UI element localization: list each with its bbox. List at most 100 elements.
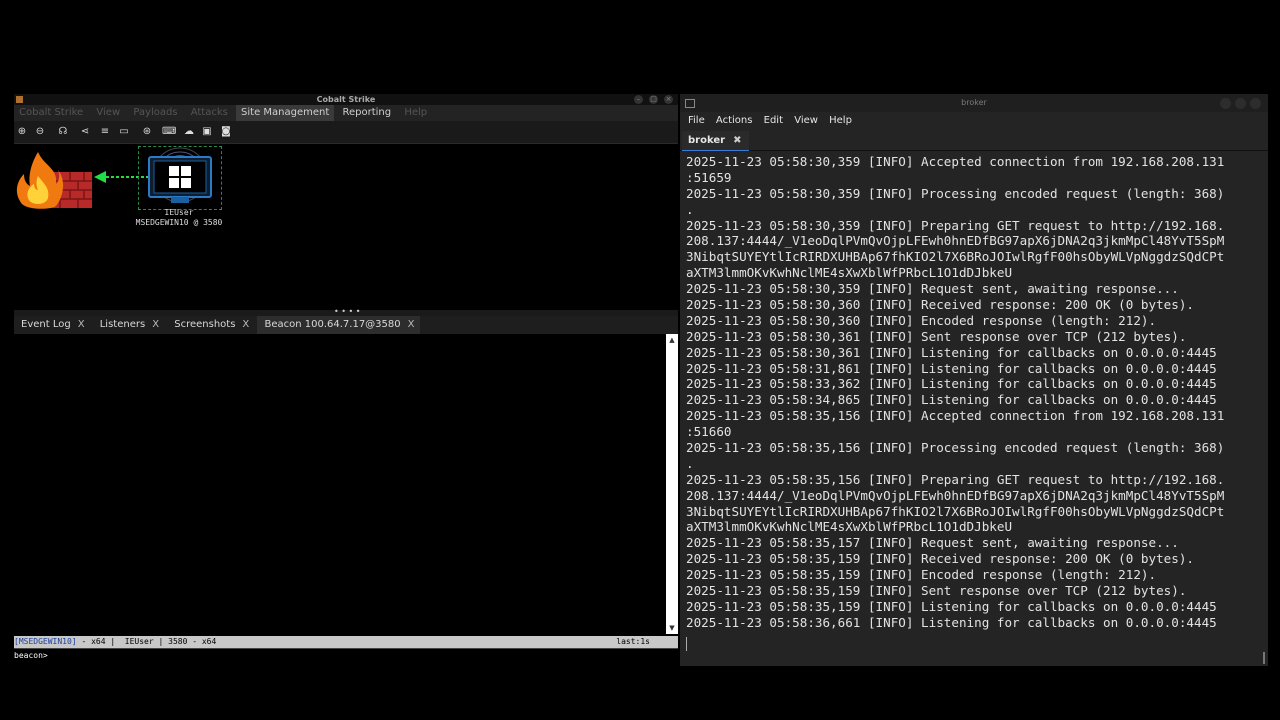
log-line: 2025-11-23 05:58:33,362 [INFO] Listening… <box>686 376 1217 392</box>
log-line: aXTM3lmmOKvKwhNclME4sXwXblWfPRbcL1O1dDJb… <box>686 519 1013 535</box>
log-line: :51659 <box>686 169 732 185</box>
terminal-scrollbar[interactable] <box>1263 652 1265 664</box>
windows-computer-icon <box>148 147 212 203</box>
menu-cobalt-strike[interactable]: Cobalt Strike <box>14 105 88 121</box>
menu-payloads[interactable]: Payloads <box>128 105 182 121</box>
log-line: 208.137:4444/_V1eoDqlPVmQvOjpLFEwh0hnEDf… <box>686 487 1225 503</box>
log-line: 2025-11-23 05:58:35,156 [INFO] Processin… <box>686 440 1225 456</box>
log-line: . <box>686 201 694 217</box>
log-line: 2025-11-23 05:58:30,360 [INFO] Encoded r… <box>686 312 1157 328</box>
cloud-download-icon[interactable]: ▣ <box>200 125 214 139</box>
log-line: 2025-11-23 05:58:35,159 [INFO] Received … <box>686 551 1194 567</box>
scroll-down-icon[interactable]: ▼ <box>666 622 678 634</box>
terminal-window: broker File Actions Edit View Help broke… <box>680 94 1268 666</box>
tab-close-icon[interactable]: X <box>152 319 159 330</box>
terminal-cursor <box>686 637 687 651</box>
log-line: 208.137:4444/_V1eoDqlPVmQvOjpLFEwh0hnEDf… <box>686 233 1225 249</box>
log-lines: 2025-11-23 05:58:30,359 [INFO] Accepted … <box>686 154 1254 631</box>
beacon-status-bar: [MSEDGEWIN10] - x64 | IEUser | 3580 - x6… <box>14 636 678 648</box>
log-line: 2025-11-23 05:58:36,661 [INFO] Listening… <box>686 614 1217 630</box>
share-icon[interactable]: ⋖ <box>78 125 92 139</box>
close-icon[interactable]: × <box>664 95 673 104</box>
tab-listeners[interactable]: Listeners X <box>93 316 164 334</box>
headphones-icon[interactable]: ☊ <box>56 125 70 139</box>
cobalt-strike-window: Cobalt Strike – □ × Cobalt Strike View P… <box>14 94 678 662</box>
tab-beacon[interactable]: Beacon 100.64.7.17@3580 X <box>257 316 420 334</box>
terminal-tab-bar: broker ✖ <box>680 130 1268 152</box>
log-line: 3NibqtSUYEYtlIcRIRDXUHBAp67fhKIO2l7X6BRo… <box>686 249 1225 265</box>
log-line: 2025-11-23 05:58:30,359 [INFO] Request s… <box>686 281 1179 297</box>
globe-icon[interactable]: ⊛ <box>140 125 154 139</box>
minus-circle-icon[interactable]: ⊖ <box>33 125 47 139</box>
list-icon[interactable]: ≡ <box>98 125 112 139</box>
menu-view[interactable]: View <box>786 112 818 130</box>
log-line: 2025-11-23 05:58:35,156 [INFO] Preparing… <box>686 471 1225 487</box>
beacon-host: MSEDGEWIN10 @ 3580 <box>135 218 223 227</box>
log-line: 2025-11-23 05:58:30,361 [INFO] Listening… <box>686 344 1217 360</box>
minimize-icon[interactable]: – <box>634 95 643 104</box>
menu-help[interactable]: Help <box>821 112 852 130</box>
tab-close-icon[interactable]: X <box>408 319 415 330</box>
tab-label: Screenshots <box>174 319 236 330</box>
terminal-title-bar: broker <box>680 94 1268 112</box>
log-line: aXTM3lmmOKvKwhNclME4sXwXblWfPRbcL1O1dDJb… <box>686 265 1013 281</box>
tab-screenshots[interactable]: Screenshots X <box>167 316 254 334</box>
log-line: . <box>686 455 694 471</box>
beacon-command-input[interactable]: beacon> <box>14 648 678 662</box>
log-line: 2025-11-23 05:58:30,359 [INFO] Preparing… <box>686 217 1225 233</box>
menu-edit[interactable]: Edit <box>756 112 783 130</box>
menu-site-management[interactable]: Site Management <box>236 105 335 121</box>
camera-icon[interactable]: ◙ <box>219 125 233 139</box>
scroll-up-icon[interactable]: ▲ <box>666 334 678 346</box>
maximize-icon[interactable]: □ <box>649 95 658 104</box>
firewall-icon <box>16 152 92 209</box>
log-line: 2025-11-23 05:58:30,359 [INFO] Accepted … <box>686 154 1225 169</box>
tab-close-icon[interactable]: ✖ <box>733 135 741 146</box>
menu-attacks[interactable]: Attacks <box>186 105 233 121</box>
cloud-upload-icon[interactable]: ☁ <box>182 125 196 139</box>
close-icon[interactable] <box>1250 98 1261 109</box>
tab-label: Beacon 100.64.7.17@3580 <box>264 319 401 330</box>
log-line: 3NibqtSUYEYtlIcRIRDXUHBAp67fhKIO2l7X6BRo… <box>686 503 1225 519</box>
log-line: 2025-11-23 05:58:34,865 [INFO] Listening… <box>686 392 1217 408</box>
tab-broker[interactable]: broker ✖ <box>682 131 750 152</box>
minimize-icon[interactable] <box>1220 98 1231 109</box>
status-host: [MSEDGEWIN10] <box>14 637 77 646</box>
tab-label: Event Log <box>21 319 71 330</box>
log-line: 2025-11-23 05:58:35,159 [INFO] Listening… <box>686 598 1217 614</box>
tab-label: broker <box>688 135 726 146</box>
menu-actions[interactable]: Actions <box>708 112 753 130</box>
beacon-user: IEUser <box>164 208 194 217</box>
maximize-icon[interactable] <box>1235 98 1246 109</box>
beacon-node[interactable] <box>138 146 222 210</box>
tab-event-log[interactable]: Event Log X <box>14 316 90 334</box>
menu-file[interactable]: File <box>680 112 705 130</box>
log-line: 2025-11-23 05:58:35,159 [INFO] Sent resp… <box>686 583 1187 599</box>
log-line: 2025-11-23 05:58:30,359 [INFO] Processin… <box>686 185 1225 201</box>
status-last-checkin: last:1s <box>616 637 650 646</box>
terminal-title: broker <box>961 98 987 107</box>
log-line: 2025-11-23 05:58:30,361 [INFO] Sent resp… <box>686 328 1187 344</box>
log-line: 2025-11-23 05:58:35,157 [INFO] Request s… <box>686 535 1179 551</box>
tab-close-icon[interactable]: X <box>242 319 249 330</box>
beacon-console-output <box>14 334 666 634</box>
window-title: Cobalt Strike <box>316 95 376 104</box>
log-line: :51660 <box>686 424 732 440</box>
menu-help[interactable]: Help <box>399 105 432 121</box>
laptop-icon[interactable]: ▭ <box>117 125 131 139</box>
console-scrollbar[interactable]: ▲ ▼ <box>666 334 678 634</box>
cobalt-menu-bar: Cobalt Strike View Payloads Attacks Site… <box>14 105 678 121</box>
keyboard-icon[interactable]: ⌨ <box>162 125 176 139</box>
tab-close-icon[interactable]: X <box>78 319 85 330</box>
menu-view[interactable]: View <box>91 105 125 121</box>
log-line: 2025-11-23 05:58:35,159 [INFO] Encoded r… <box>686 567 1157 583</box>
beacon-node-label: IEUser MSEDGEWIN10 @ 3580 <box>124 208 234 228</box>
cobalt-toolbar: ⊕ ⊖ ☊ ⋖ ≡ ▭ ⊛ ⌨ ☁ ▣ ◙ <box>14 121 678 144</box>
tab-label: Listeners <box>99 319 146 330</box>
status-details: - x64 | IEUser | 3580 - x64 <box>76 637 217 646</box>
plus-circle-icon[interactable]: ⊕ <box>15 125 29 139</box>
log-line: 2025-11-23 05:58:30,360 [INFO] Received … <box>686 297 1194 313</box>
menu-reporting[interactable]: Reporting <box>338 105 397 121</box>
terminal-menu-bar: File Actions Edit View Help <box>680 112 1268 130</box>
terminal-output[interactable]: 2025-11-23 05:58:30,359 [INFO] Accepted … <box>680 151 1268 666</box>
